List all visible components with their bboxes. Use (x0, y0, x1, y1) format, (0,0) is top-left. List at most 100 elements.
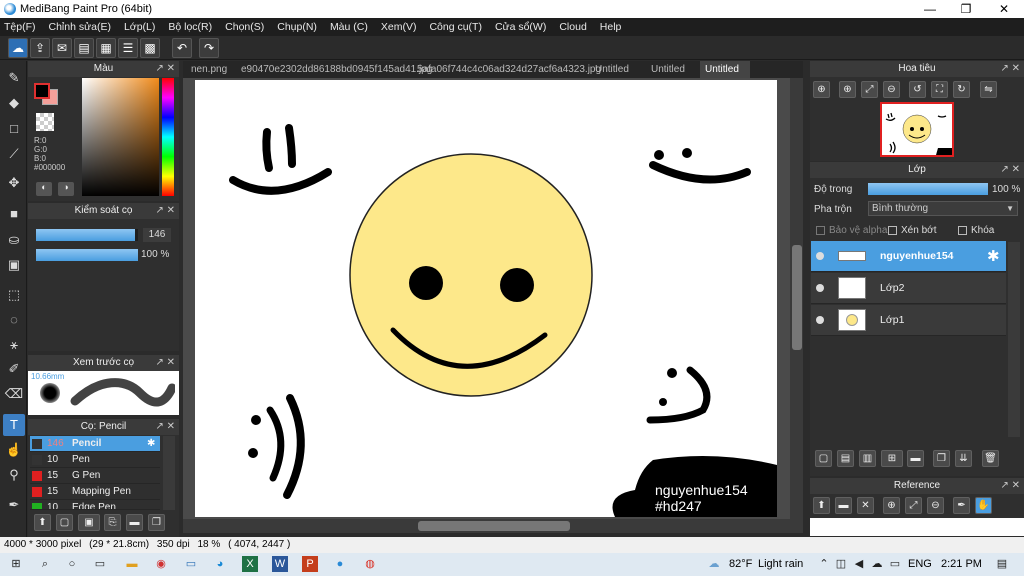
add-layer-menu-icon[interactable]: ⊞ (881, 450, 903, 467)
zoom-out-icon[interactable]: ⊖ (927, 497, 944, 514)
panel-close-icon[interactable]: ↗ ✕ (155, 355, 175, 371)
cloud-upload-icon[interactable]: ⬆ (813, 497, 830, 514)
monitor-icon[interactable]: ▭ (183, 556, 199, 572)
layer-list-scrollbar[interactable] (1008, 242, 1020, 437)
zoom-in-icon[interactable]: ⊕ (813, 81, 830, 98)
brush-item-edge-pen[interactable]: 10 Edge Pen (30, 500, 160, 510)
rectangle-icon[interactable]: □ (3, 118, 25, 140)
grid-icon[interactable]: ▩ (140, 38, 160, 58)
copy-brush-icon[interactable]: ⎘ (104, 514, 121, 531)
lock-checkbox[interactable]: Khóa (958, 225, 994, 236)
merge-layer-icon[interactable]: ⇊ (955, 450, 972, 467)
fill-icon[interactable]: ⛀ (3, 229, 25, 251)
chrome-icon[interactable]: ◍ (362, 556, 378, 572)
zoom-in-icon[interactable]: ⊕ (883, 497, 900, 514)
brush-item-mapping-pen[interactable]: 15 Mapping Pen (30, 484, 160, 500)
select-eraser-icon[interactable]: ⌫ (3, 383, 25, 405)
select-rect-icon[interactable]: ⬚ (3, 284, 25, 306)
drawing-canvas[interactable]: nguyenhue154 #hd247 (195, 80, 777, 517)
operation-icon[interactable]: ☝ (3, 439, 25, 461)
tab-untitled-3[interactable]: Untitled (700, 61, 750, 78)
folder-icon[interactable]: ▬ (907, 450, 924, 467)
medibang-taskbar-icon[interactable]: ● (332, 556, 348, 572)
menu-capture[interactable]: Chụp(N) (277, 21, 317, 33)
gear-icon[interactable]: ✱ (147, 436, 155, 452)
color-mode-icon[interactable]: ◑ (58, 182, 74, 196)
menu-file[interactable]: Tệp(F) (4, 21, 36, 33)
open-folder-icon[interactable]: ▬ (835, 497, 852, 514)
powerpoint-icon[interactable]: P (302, 556, 318, 572)
close-button[interactable]: ✕ (986, 0, 1022, 18)
menu-window[interactable]: Cửa sổ(W) (495, 21, 546, 33)
undo-icon[interactable]: ↶ (172, 38, 192, 58)
layer-row-lop2[interactable]: Lớp2 (811, 273, 1006, 304)
volume-icon[interactable]: ◀ (851, 556, 867, 572)
select-pen-icon[interactable]: ✐ (3, 358, 25, 380)
delete-layer-icon[interactable]: 🗑 (982, 450, 999, 467)
media-player-icon[interactable]: ◉ (153, 556, 169, 572)
zoom-out-icon[interactable]: ⊖ (883, 81, 900, 98)
new-brush-icon[interactable]: ▢ (56, 514, 73, 531)
transparent-swatch[interactable] (36, 113, 54, 131)
cloud-icon[interactable]: ☁ (8, 38, 28, 58)
navigator-thumbnail[interactable] (880, 102, 954, 157)
new-layer-icon[interactable]: ▢ (815, 450, 832, 467)
list-icon[interactable]: ☰ (118, 38, 138, 58)
panel-close-icon[interactable]: ↗ ✕ (155, 203, 175, 219)
windows-start-icon[interactable]: ⊞ (8, 556, 24, 572)
layer-opacity-slider[interactable] (868, 183, 988, 195)
fit-screen-icon[interactable]: ⛶ (931, 81, 948, 98)
eyedropper-icon[interactable]: ⚲ (3, 464, 25, 486)
menu-tools[interactable]: Công cụ(T) (429, 21, 482, 33)
folder-icon[interactable]: ▬ (126, 514, 143, 531)
file-explorer-icon[interactable]: ▬ (124, 556, 140, 572)
hand-icon[interactable]: ✋ (975, 497, 992, 514)
brush-menu-icon[interactable]: ▣ (78, 514, 100, 531)
eye-icon[interactable] (816, 252, 824, 260)
new-halftone-layer-icon[interactable]: ▤ (837, 450, 854, 467)
flip-icon[interactable]: ⇋ (980, 81, 997, 98)
language-indicator[interactable]: ENG (908, 558, 932, 570)
rotate-left-icon[interactable]: ↺ (909, 81, 926, 98)
restore-button[interactable]: ❐ (948, 0, 984, 18)
gear-icon[interactable]: ✱ (987, 247, 1000, 265)
fill-rect-icon[interactable]: ■ (3, 203, 25, 225)
zoom-in-alt-icon[interactable]: ⊕ (839, 81, 856, 98)
menu-help[interactable]: Help (600, 21, 622, 33)
close-icon[interactable]: ✕ (857, 497, 874, 514)
search-icon[interactable]: ⌕ (37, 556, 53, 572)
menu-view[interactable]: Xem(V) (381, 21, 417, 33)
fit-icon[interactable]: ⤢ (861, 81, 878, 98)
document-icon[interactable]: ▦ (96, 38, 116, 58)
word-icon[interactable]: W (272, 556, 288, 572)
brush-list-scrollbar[interactable] (163, 436, 175, 510)
brush-item-g-pen[interactable]: 15 G Pen (30, 468, 160, 484)
fit-icon[interactable]: ⤢ (905, 497, 922, 514)
excel-icon[interactable]: X (242, 556, 258, 572)
duplicate-layer-icon[interactable]: ❐ (933, 450, 950, 467)
eyedropper-icon[interactable]: ✒ (953, 497, 970, 514)
text-icon[interactable]: T (3, 414, 25, 436)
reference-area[interactable] (810, 518, 1024, 536)
line-icon[interactable]: ⟋ (3, 143, 25, 165)
duplicate-icon[interactable]: ❐ (148, 514, 165, 531)
menu-edit[interactable]: Chỉnh sửa(E) (49, 21, 111, 33)
brush-opacity-slider[interactable] (36, 249, 138, 261)
eye-icon[interactable] (816, 316, 824, 324)
tab-untitled-1[interactable]: Untitled (590, 61, 634, 78)
task-view-icon[interactable]: ▭ (92, 556, 108, 572)
new-8bit-layer-icon[interactable]: ▥ (859, 450, 876, 467)
edge-icon[interactable]: ◕ (212, 556, 228, 572)
brush-item-pencil[interactable]: 146 Pencil ✱ (30, 436, 160, 452)
menu-filter[interactable]: Bộ lọc(R) (168, 21, 212, 33)
menu-color[interactable]: Màu (C) (330, 21, 368, 33)
cortana-icon[interactable]: ○ (64, 556, 80, 572)
minimize-button[interactable]: — (912, 0, 948, 18)
horizontal-scroll-thumb[interactable] (418, 521, 570, 531)
chevron-up-icon[interactable]: ⌃ (816, 556, 832, 572)
layer-row-nguyenhue154[interactable]: nguyenhue154 ✱ (811, 241, 1006, 272)
palette-icon[interactable]: ◐ (36, 182, 52, 196)
eraser-icon[interactable]: ◆ (3, 92, 25, 114)
menu-cloud[interactable]: Cloud (559, 21, 586, 33)
brush-size-value[interactable]: 146 (143, 228, 171, 242)
